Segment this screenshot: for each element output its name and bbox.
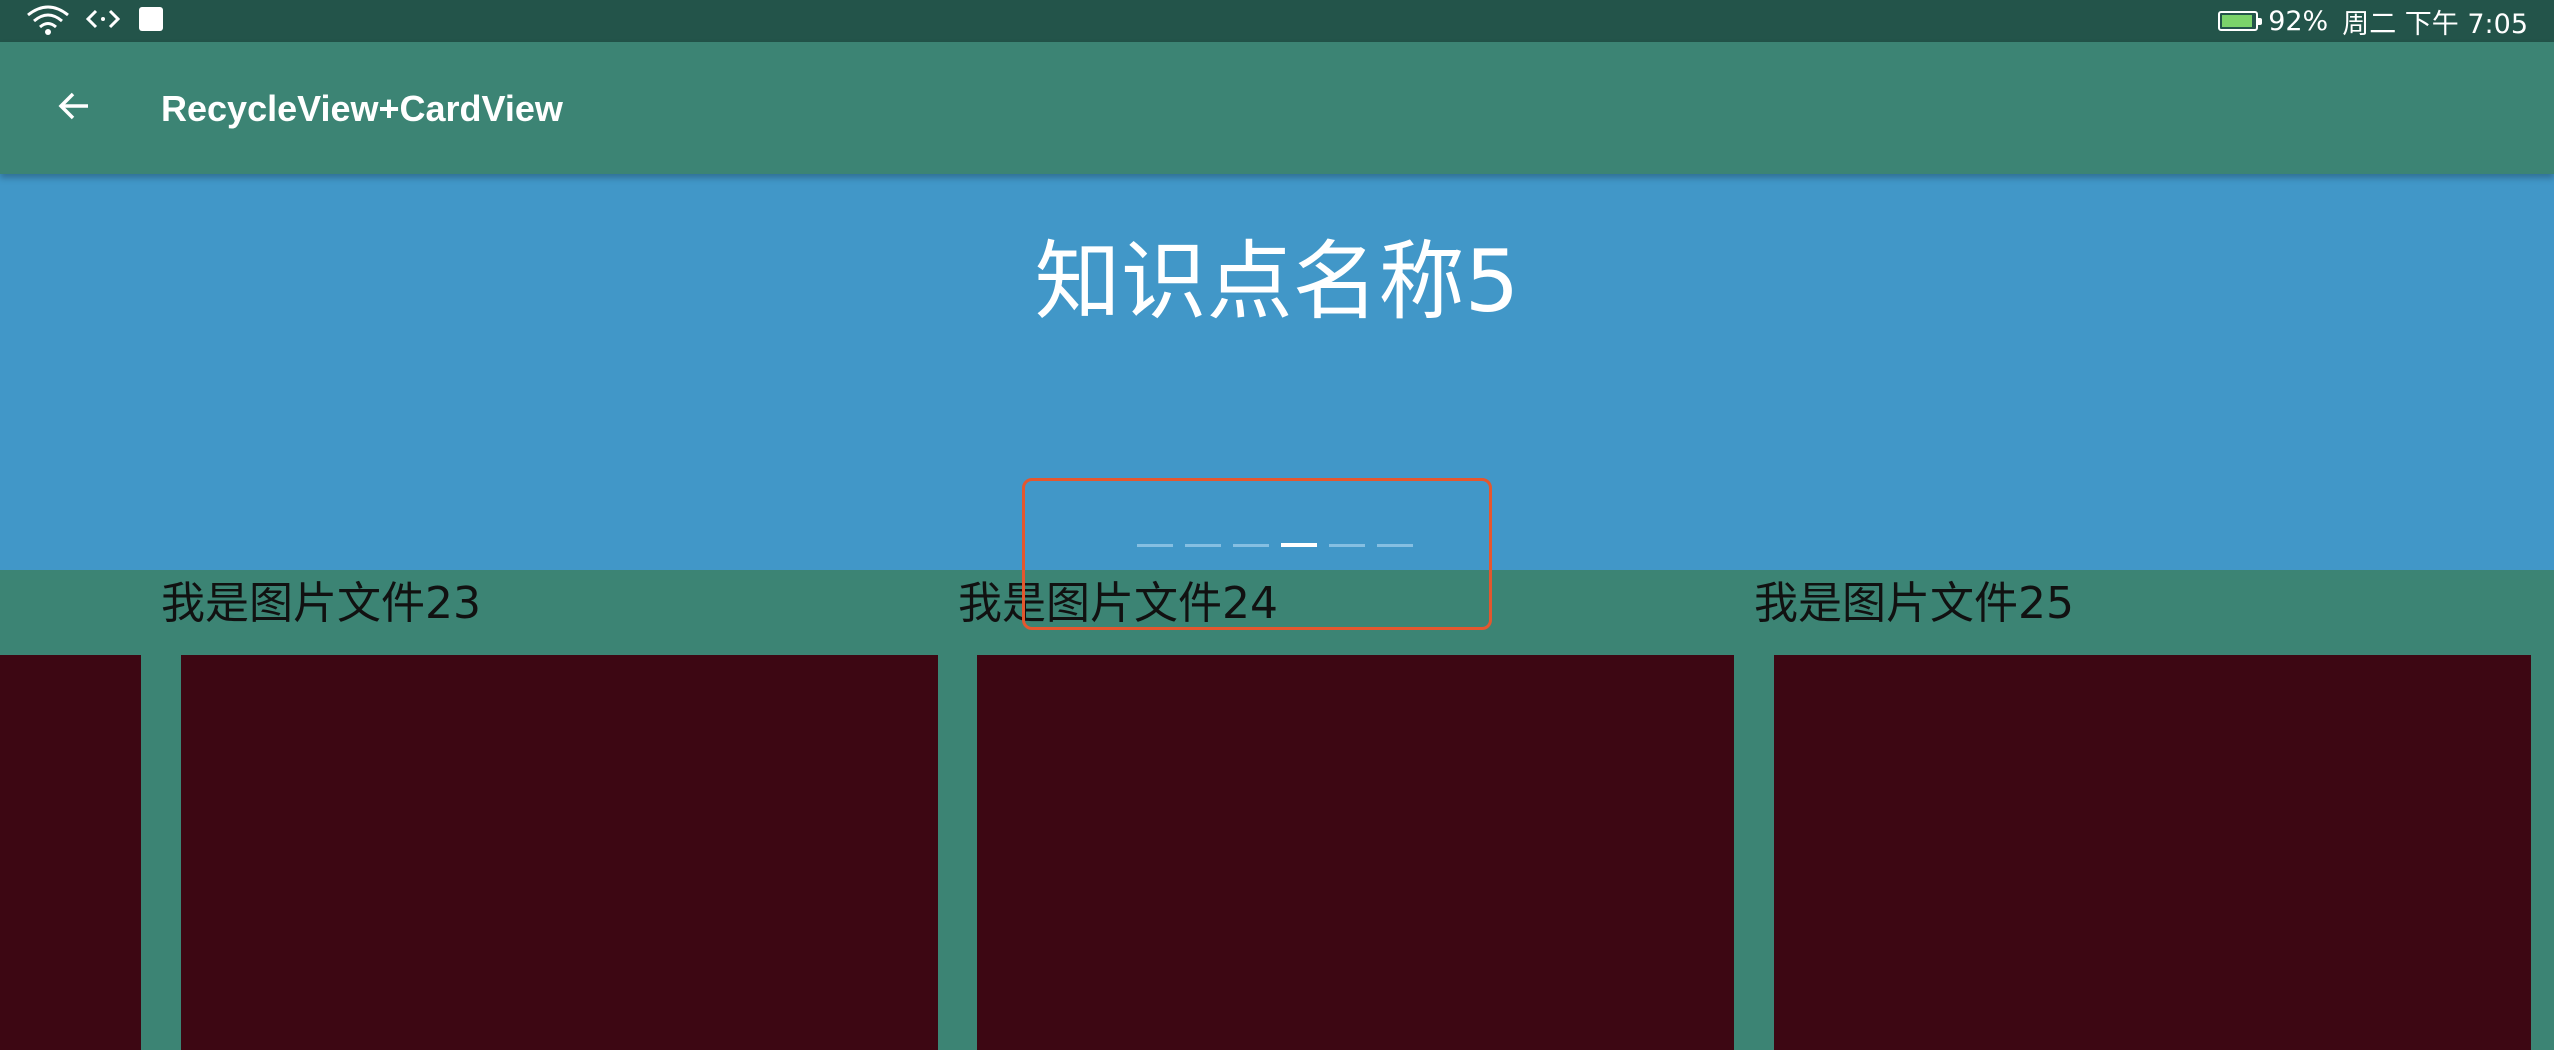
card-image-25[interactable] xyxy=(1774,655,2531,1050)
battery-percent: 92% xyxy=(2268,5,2329,37)
page-indicator-dot xyxy=(1377,544,1413,547)
battery-charging-icon xyxy=(2218,11,2263,31)
page-indicator-dot xyxy=(1281,543,1317,547)
page-indicator-dot xyxy=(1233,544,1269,547)
card-label-24: 我是图片文件24 xyxy=(958,578,1278,629)
code-icon xyxy=(85,7,121,35)
toolbar: RecycleView+CardView xyxy=(0,42,2554,174)
card-image-partial[interactable] xyxy=(0,655,141,1050)
back-button[interactable] xyxy=(42,76,106,140)
status-bar: 92% 周二 下午 7:05 xyxy=(0,0,2554,42)
card-label-23: 我是图片文件23 xyxy=(161,578,481,629)
card-image-23[interactable] xyxy=(181,655,938,1050)
clock: 周二 下午 7:05 xyxy=(2342,8,2528,40)
card-image-24[interactable] xyxy=(977,655,1734,1050)
page-indicator-dot xyxy=(1185,544,1221,547)
notification-square-icon xyxy=(138,6,164,36)
arrow-left-icon xyxy=(56,88,92,128)
card-label-25: 我是图片文件25 xyxy=(1754,578,2074,629)
page-indicator-dot xyxy=(1137,544,1173,547)
banner-carousel[interactable]: 知识点名称5 xyxy=(0,174,2554,570)
page-indicators xyxy=(1137,543,1413,547)
wifi-icon xyxy=(26,3,70,39)
banner-title: 知识点名称5 xyxy=(1034,232,1520,332)
page-title: RecycleView+CardView xyxy=(161,88,563,129)
page-indicator-dot xyxy=(1329,544,1365,547)
